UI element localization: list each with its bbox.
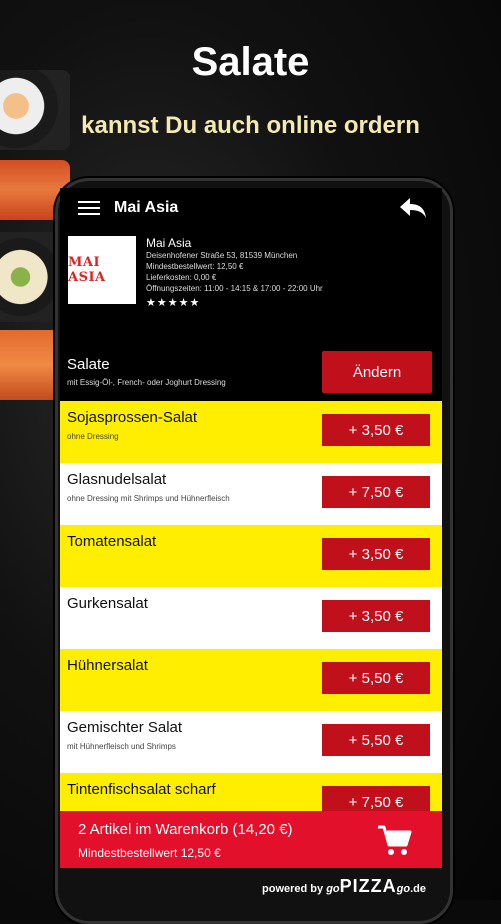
item-description: ohne Dressing mit Shrimps und Hühnerflei…: [67, 494, 230, 503]
add-item-button[interactable]: + 5,50 €: [322, 662, 430, 694]
category-title: Salate: [67, 356, 110, 373]
item-name: Hühnersalat: [67, 657, 148, 674]
app-bar: Mai Asia: [60, 188, 442, 228]
promo-headline: Salate: [191, 40, 310, 84]
cart-bar[interactable]: 2 Artikel im Warenkorb (14,20 €) Mindest…: [60, 811, 442, 868]
restaurant-info: Mai Asia Deisenhofener Straße 53, 81539 …: [146, 236, 323, 356]
menu-item[interactable]: Tomatensalat + 3,50 €: [60, 525, 442, 587]
add-item-button[interactable]: + 3,50 €: [322, 600, 430, 632]
item-name: Sojasprossen-Salat: [67, 409, 198, 426]
item-name: Glasnudelsalat: [67, 471, 167, 488]
category-header: Salate mit Essig-Öl-, French- oder Joghu…: [60, 350, 442, 400]
powered-by-logo: powered by goPIZZAgo.de: [262, 876, 426, 897]
restaurant-logo: MAI ASIA: [68, 236, 136, 304]
back-arrow-icon[interactable]: [398, 196, 428, 220]
powered-by-text: powered by: [262, 883, 324, 895]
rating-stars: ★★★★★: [146, 297, 201, 309]
brand-domain: .de: [410, 883, 426, 895]
brand-pizza: PIZZA: [339, 876, 397, 896]
menu-icon[interactable]: [78, 201, 100, 215]
app-screen: Mai Asia MAI ASIA Mai Asia Deisenhofener…: [60, 188, 442, 868]
cart-summary: 2 Artikel im Warenkorb (14,20 €): [78, 821, 293, 838]
restaurant-delivery-cost: Lieferkosten: 0,00 €: [146, 273, 217, 282]
brand-go-suffix: go: [396, 883, 411, 895]
menu-item[interactable]: Gurkensalat + 3,50 €: [60, 587, 442, 649]
add-item-button[interactable]: + 7,50 €: [322, 476, 430, 508]
restaurant-header: MAI ASIA Mai Asia Deisenhofener Straße 5…: [60, 228, 442, 356]
promo-subline: kannst Du auch online ordern: [81, 112, 420, 139]
shopping-cart-icon[interactable]: [376, 823, 412, 857]
app-title: Mai Asia: [114, 199, 179, 216]
item-name: Tomatensalat: [67, 533, 157, 550]
item-name: Gemischter Salat: [67, 719, 183, 736]
add-item-button[interactable]: + 3,50 €: [322, 538, 430, 570]
item-description: mit Hühnerfleisch und Shrimps: [67, 742, 176, 751]
menu-item-list: Sojasprossen-Salat ohne Dressing + 3,50 …: [60, 401, 442, 835]
menu-item[interactable]: Glasnudelsalat ohne Dressing mit Shrimps…: [60, 463, 442, 525]
logo-text: MAI ASIA: [68, 255, 106, 285]
brand-go-prefix: go: [326, 883, 340, 895]
item-name: Tintenfischsalat scharf: [67, 781, 216, 798]
restaurant-hours: Öffnungszeiten: 11:00 - 14:15 & 17:00 - …: [146, 284, 323, 293]
menu-item[interactable]: Hühnersalat + 5,50 €: [60, 649, 442, 711]
restaurant-address: Deisenhofener Straße 53, 81539 München: [146, 251, 298, 260]
add-item-button[interactable]: + 5,50 €: [322, 724, 430, 756]
category-description: mit Essig-Öl-, French- oder Joghurt Dres…: [67, 378, 226, 387]
restaurant-name: Mai Asia: [146, 236, 192, 250]
add-item-button[interactable]: + 3,50 €: [322, 414, 430, 446]
menu-item[interactable]: Sojasprossen-Salat ohne Dressing + 3,50 …: [60, 401, 442, 463]
change-category-button[interactable]: Ändern: [322, 351, 432, 393]
menu-item[interactable]: Gemischter Salat mit Hühnerfleisch und S…: [60, 711, 442, 773]
item-description: ohne Dressing: [67, 432, 119, 441]
item-name: Gurkensalat: [67, 595, 148, 612]
restaurant-min-order: Mindestbestellwert: 12,50 €: [146, 262, 244, 271]
cart-min-order: Mindestbestellwert 12,50 €: [78, 846, 221, 860]
